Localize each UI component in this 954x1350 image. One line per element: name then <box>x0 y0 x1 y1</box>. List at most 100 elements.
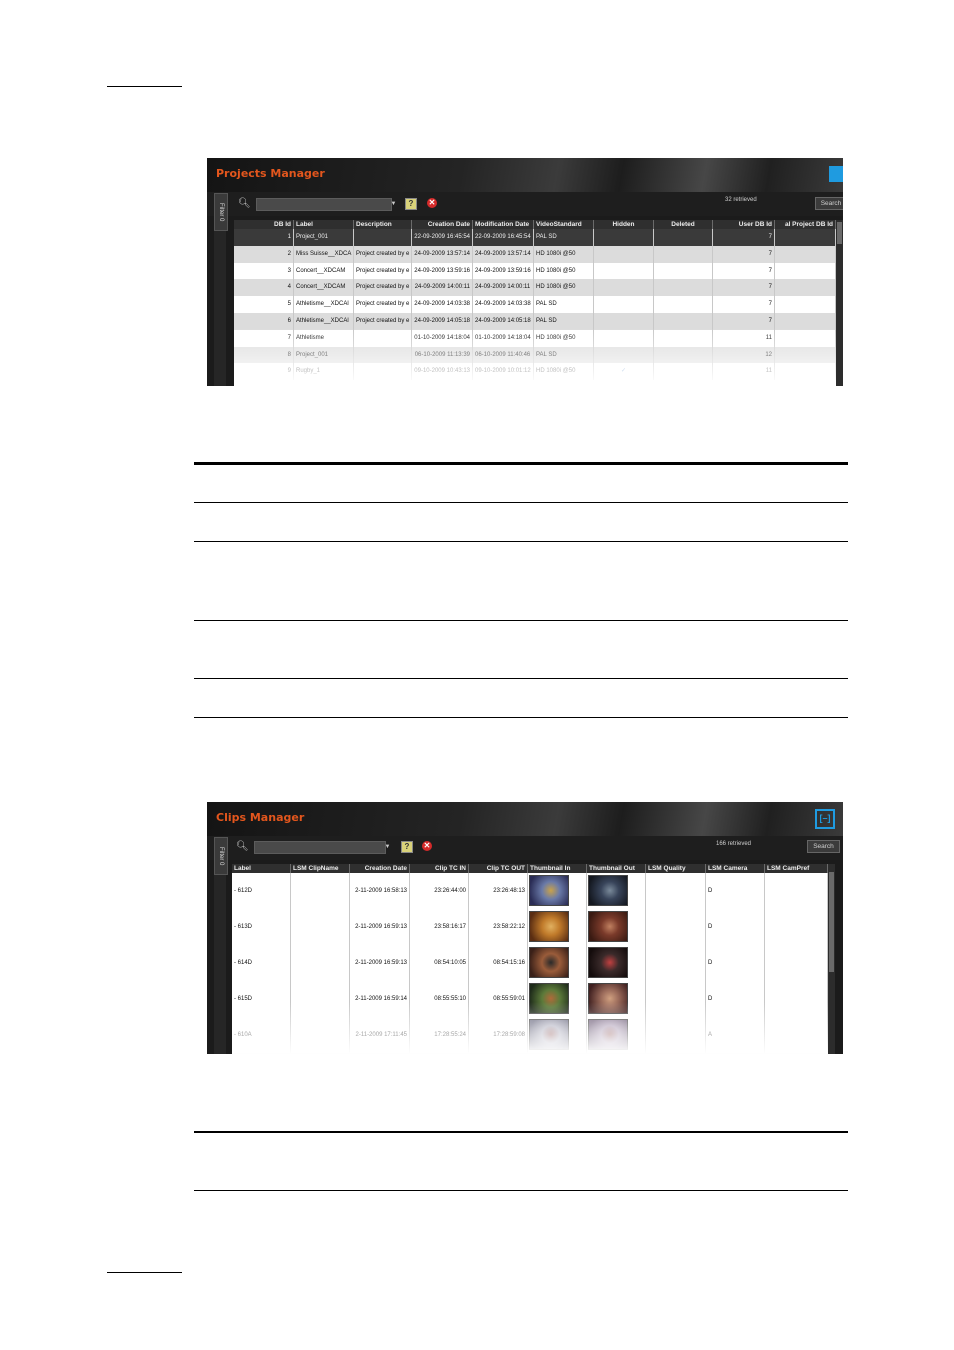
column-header-std[interactable]: VideoStandard <box>534 220 594 229</box>
table-cell-hidden <box>594 329 654 347</box>
table-cell-desc: Project created by e <box>354 313 412 330</box>
scrollbar-thumb[interactable] <box>837 222 842 244</box>
table-cell-quality <box>646 909 706 945</box>
table-cell-modified: 24-09-2009 13:59:16 <box>473 262 534 280</box>
table-bottom-rule <box>194 717 848 718</box>
column-header-created[interactable]: Creation Date <box>412 220 473 229</box>
table-row[interactable]: - 610A 2-11-2009 17:11:45 17:28:55:24 17:28… <box>232 1017 828 1054</box>
column-header-deleted[interactable]: Deleted <box>654 220 713 229</box>
column-header-quality[interactable]: LSM Quality <box>646 864 706 873</box>
column-header-thumbin[interactable]: Thumbnail In <box>528 864 587 873</box>
table-bottom-rule <box>194 1190 848 1191</box>
chevron-down-icon[interactable]: ▼ <box>384 842 391 853</box>
column-header-label[interactable]: Label <box>294 220 354 229</box>
table-row[interactable]: - 615D 2-11-2009 16:59:14 08:55:55:10 08:55… <box>232 981 828 1018</box>
scrollbar-thumb[interactable] <box>829 872 834 972</box>
column-header-created[interactable]: Creation Date <box>350 864 410 873</box>
table-cell-id: 4 <box>234 279 294 297</box>
table-cell-modified: 24-09-2009 13:57:14 <box>473 245 534 263</box>
table-cell-deleted <box>654 313 713 330</box>
thumbnail-out-image[interactable] <box>588 875 628 906</box>
table-cell-label: Athletisme__XDCAl <box>294 296 354 313</box>
thumbnail-in-image[interactable] <box>529 875 569 906</box>
table-row[interactable]: 3 Concert__XDCAM Project created by e 24-09… <box>234 262 836 280</box>
column-header-desc[interactable]: Description <box>354 220 412 229</box>
column-header-hidden[interactable]: Hidden <box>594 220 654 229</box>
window-title: Clips Manager <box>216 811 305 824</box>
table-row[interactable]: 6 Athletisme__XDCAl Project created by e 24… <box>234 313 836 330</box>
thumbnail-out-image[interactable] <box>588 947 628 978</box>
table-cell-created: 24-09-2009 13:57:14 <box>412 245 473 263</box>
table-cell-label: - 614D <box>232 945 291 981</box>
table-row[interactable]: - 612D 2-11-2009 16:58:13 23:26:44:00 23:26… <box>232 873 828 910</box>
chevron-down-icon[interactable]: ▼ <box>390 199 397 210</box>
search-icon: 🔍︎ <box>238 198 251 209</box>
table-top-rule <box>194 1131 848 1133</box>
side-strip <box>214 874 226 1054</box>
table-row[interactable]: - 614D 2-11-2009 16:59:13 08:54:10:05 08:54… <box>232 945 828 982</box>
scrollbar[interactable] <box>836 220 843 386</box>
clear-icon[interactable]: ✕ <box>422 841 432 851</box>
help-button[interactable]: ? <box>405 198 417 210</box>
column-header-id[interactable]: DB Id <box>234 220 294 229</box>
table-cell-tcin: 08:54:10:05 <box>410 945 469 981</box>
table-cell-std: HD 1080i @50 <box>534 262 594 280</box>
table-row[interactable]: 9 Rugby_1 09-10-2009 10:43:13 09-10-2009 10… <box>234 363 836 381</box>
table-cell-hidden <box>594 346 654 364</box>
column-header-orig[interactable]: al Project DB Id <box>775 220 836 229</box>
table-cell-orig <box>775 329 836 347</box>
filter-tab[interactable]: Filter 0 <box>214 837 228 875</box>
column-header-tcin[interactable]: Clip TC IN <box>410 864 469 873</box>
thumbnail-out-image[interactable] <box>588 1019 628 1050</box>
table-cell-quality <box>646 945 706 981</box>
thumbnail-in-image[interactable] <box>529 911 569 942</box>
table-cell-label: Project_001 <box>294 229 354 246</box>
table-row[interactable]: - 613D 2-11-2009 16:59:13 23:58:16:17 23:58… <box>232 909 828 946</box>
thumbnail-out-cell <box>587 1017 646 1053</box>
column-header-camera[interactable]: LSM Camera <box>706 864 765 873</box>
table-cell-hidden <box>594 229 654 246</box>
column-header-modified[interactable]: Modification Date <box>473 220 534 229</box>
thumbnail-in-image[interactable] <box>529 1019 569 1050</box>
table-cell-orig <box>775 262 836 280</box>
clips-table: Label LSM ClipName Creation Date Clip TC IN… <box>232 864 828 1054</box>
table-cell-created: 2-11-2009 16:58:13 <box>350 873 410 909</box>
search-input[interactable] <box>256 198 392 211</box>
clear-icon[interactable]: ✕ <box>427 198 437 208</box>
table-cell-orig <box>775 296 836 313</box>
column-header-label[interactable]: Label <box>232 864 291 873</box>
table-cell-clipname <box>291 909 350 945</box>
table-row[interactable]: 5 Athletisme__XDCAl Project created by e 24… <box>234 296 836 313</box>
table-cell-orig <box>775 363 836 381</box>
scrollbar[interactable] <box>828 864 835 1054</box>
table-row[interactable]: 8 Project_001 06-10-2009 11:13:39 06-10-200… <box>234 346 836 364</box>
filter-tab[interactable]: Filter 0 <box>214 193 228 231</box>
table-row-rule <box>194 541 848 542</box>
help-button[interactable]: ? <box>401 841 413 853</box>
table-row[interactable]: 4 Concert__XDCAM Project created by e 24-09… <box>234 279 836 297</box>
table-cell-created: 2-11-2009 16:59:13 <box>350 909 410 945</box>
table-cell-created: 2-11-2009 16:59:13 <box>350 945 410 981</box>
column-header-tcout[interactable]: Clip TC OUT <box>469 864 528 873</box>
table-cell-std: HD 1080i @50 <box>534 279 594 297</box>
table-cell-desc: Project created by e <box>354 262 412 280</box>
search-input[interactable] <box>254 841 386 854</box>
thumbnail-in-image[interactable] <box>529 947 569 978</box>
thumbnail-out-image[interactable] <box>588 911 628 942</box>
table-row[interactable]: 2 Miss Suisse__XDCA Project created by e 24… <box>234 245 836 263</box>
column-header-clipname[interactable]: LSM ClipName <box>291 864 350 873</box>
table-cell-hidden <box>594 296 654 313</box>
search-button[interactable]: Search <box>815 197 843 210</box>
column-header-thumbout[interactable]: Thumbnail Out <box>587 864 646 873</box>
column-header-user[interactable]: User DB Id <box>713 220 775 229</box>
table-row-rule <box>194 620 848 621</box>
search-button[interactable]: Search <box>807 840 840 853</box>
table-row[interactable]: 1 Project_001 22-09-2009 16:45:54 22-09-200… <box>234 229 836 246</box>
thumbnail-out-image[interactable] <box>588 983 628 1014</box>
table-cell-deleted <box>654 279 713 297</box>
table-cell-label: - 610A <box>232 1017 291 1053</box>
column-header-campref[interactable]: LSM CamPref <box>765 864 828 873</box>
table-row[interactable]: 7 Athletisme 01-10-2009 14:18:04 01-10-2009… <box>234 329 836 347</box>
table-cell-label: Miss Suisse__XDCA <box>294 245 354 263</box>
thumbnail-in-image[interactable] <box>529 983 569 1014</box>
